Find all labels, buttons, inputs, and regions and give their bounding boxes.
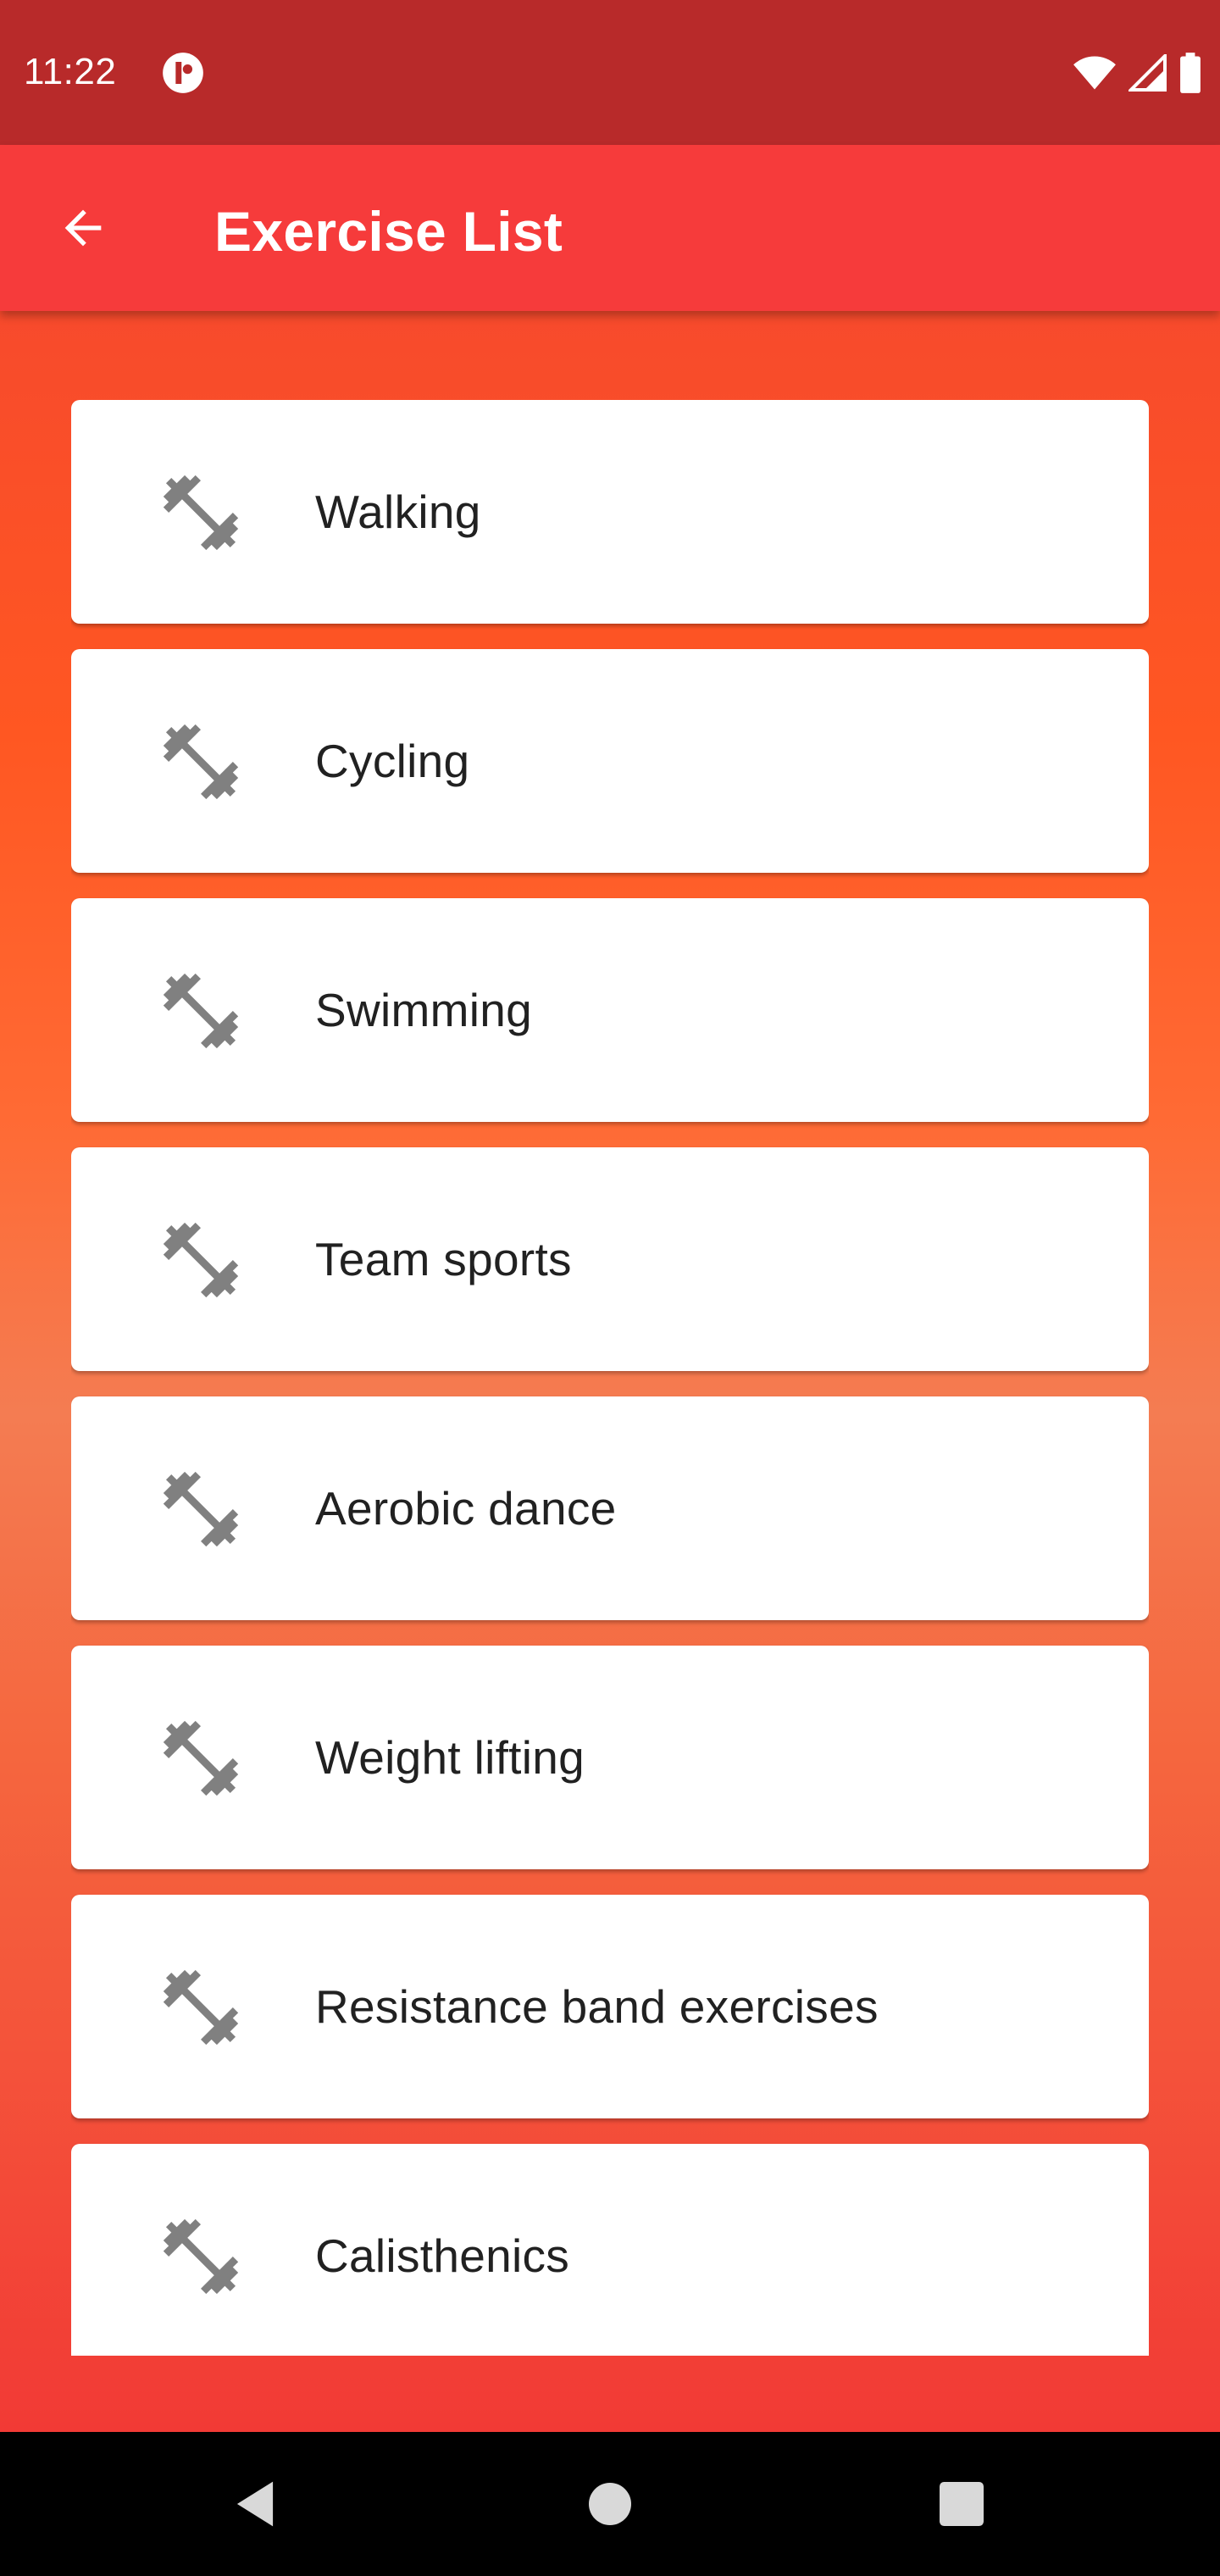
battery-icon [1180, 53, 1201, 93]
dumbbell-icon [163, 1969, 239, 2046]
exercise-card-team-sports[interactable]: Team sports [71, 1147, 1149, 1371]
back-button[interactable] [42, 187, 124, 269]
exercise-card-calisthenics[interactable]: Calisthenics [71, 2144, 1149, 2356]
exercise-label: Team sports [315, 1233, 572, 1285]
exercise-label: Cycling [315, 735, 470, 787]
exercise-card-walking[interactable]: Walking [71, 400, 1149, 624]
nav-back-icon [236, 2481, 274, 2527]
system-nav-bar [0, 2432, 1220, 2576]
app-bar: Exercise List [0, 145, 1220, 311]
dumbbell-icon [163, 475, 239, 551]
dumbbell-icon [163, 2218, 239, 2295]
status-bar: 11:22 [0, 0, 1220, 145]
dumbbell-icon [163, 1222, 239, 1298]
exercise-label: Weight lifting [315, 1731, 585, 1784]
page-title: Exercise List [214, 200, 563, 263]
status-icons [1073, 51, 1201, 95]
exercise-label: Swimming [315, 984, 533, 1036]
exercise-label: Resistance band exercises [315, 1980, 879, 2033]
exercise-card-weight-lifting[interactable]: Weight lifting [71, 1646, 1149, 1869]
exercise-label: Calisthenics [315, 2229, 570, 2282]
app-notification-icon [163, 53, 203, 93]
nav-recents-button[interactable] [923, 2466, 1000, 2542]
exercise-label: Walking [315, 486, 481, 538]
nav-recents-icon [940, 2482, 984, 2526]
dumbbell-icon [163, 973, 239, 1049]
arrow-back-icon [64, 209, 102, 247]
exercise-card-cycling[interactable]: Cycling [71, 649, 1149, 873]
nav-home-icon [589, 2483, 631, 2525]
exercise-label: Aerobic dance [315, 1482, 617, 1535]
dumbbell-icon [163, 1471, 239, 1547]
exercise-card-resistance-band[interactable]: Resistance band exercises [71, 1895, 1149, 2118]
dumbbell-icon [163, 724, 239, 800]
wifi-icon [1073, 56, 1116, 90]
content-area: Walking Cycling Swimming Team sports Aer [0, 311, 1220, 2432]
nav-back-button[interactable] [217, 2466, 293, 2542]
exercise-card-aerobic-dance[interactable]: Aerobic dance [71, 1396, 1149, 1620]
status-time: 11:22 [24, 51, 117, 92]
cell-signal-icon [1128, 54, 1167, 92]
exercise-card-swimming[interactable]: Swimming [71, 898, 1149, 1122]
nav-home-button[interactable] [572, 2466, 648, 2542]
exercise-list: Walking Cycling Swimming Team sports Aer [71, 400, 1149, 2356]
dumbbell-icon [163, 1720, 239, 1796]
